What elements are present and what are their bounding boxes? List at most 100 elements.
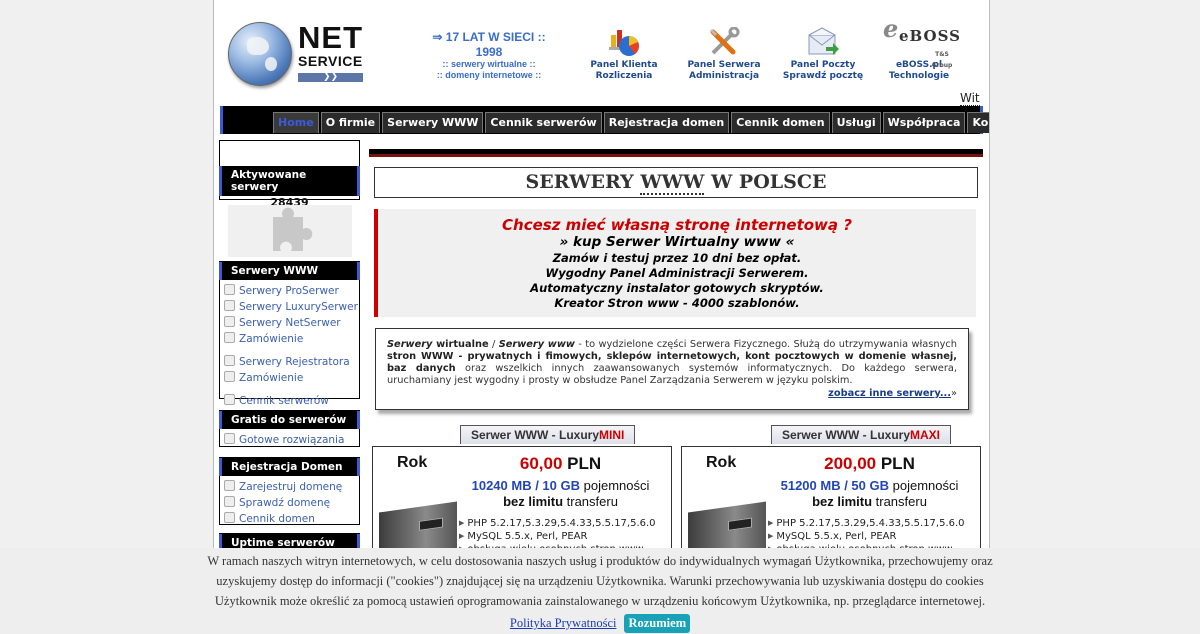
checkbox-icon[interactable] bbox=[224, 284, 235, 295]
offer-transfer-suffix: transferu bbox=[563, 494, 618, 509]
accept-cookies-button[interactable]: Rozumiem bbox=[624, 614, 691, 633]
panel-serwera-link[interactable]: Panel Serwera Administracja bbox=[674, 26, 774, 82]
promo-subheadline: » kup Serwer Wirtualny www « bbox=[559, 234, 795, 250]
tools-icon bbox=[707, 26, 741, 57]
sidebar-link[interactable]: Serwery Rejestratora bbox=[220, 354, 359, 370]
promo-box: Chcesz mieć własną stronę internetową ? … bbox=[374, 209, 976, 317]
nav-tab-usługi[interactable]: Usługi bbox=[831, 112, 881, 133]
offer-currency: PLN bbox=[562, 454, 602, 473]
nav-tab-kontakt[interactable]: Kontakt bbox=[967, 112, 989, 133]
page-title: SERWERY WWW W POLSCE bbox=[374, 167, 978, 198]
eboss-subtitle: Technologie bbox=[888, 71, 950, 81]
checkbox-icon[interactable] bbox=[224, 496, 235, 507]
nav-tab-serwery-www[interactable]: Serwery WWW bbox=[382, 112, 484, 133]
sidebar-link[interactable]: Cennik serwerów bbox=[220, 393, 359, 409]
slogan-years: ⇒ 17 LAT W SIECI :: bbox=[432, 30, 546, 44]
sidebar-link[interactable]: Cennik domen bbox=[220, 511, 359, 527]
privacy-policy-link[interactable]: Polityka Prywatności bbox=[510, 616, 617, 630]
sidebar-link[interactable]: Zamówienie bbox=[220, 331, 359, 347]
mail-icon bbox=[806, 27, 840, 57]
sidebar-section-header: Rejestracja Domen bbox=[219, 458, 360, 476]
offer-feature: MySQL 5.5.x, Perl, PEAR bbox=[768, 530, 965, 543]
page: NET SERVICE ❯❯ ⇒ 17 LAT W SIECI :: 1998 … bbox=[213, 0, 990, 634]
active-servers-header: Aktywowane serwery bbox=[219, 166, 360, 196]
more-servers-link[interactable]: zobacz inne serwery... bbox=[828, 388, 951, 399]
more-arrow: » bbox=[951, 388, 957, 399]
promo-line: Zamów i testuj przez 10 dni bez opłat. bbox=[552, 251, 802, 265]
offer-tab[interactable]: Serwer WWW - LuxuryMINI bbox=[460, 425, 636, 444]
sidebar-section-header: Serwery WWW bbox=[219, 262, 360, 280]
cookie-text: W ramach naszych witryn internetowych, w… bbox=[207, 554, 993, 568]
offer-capacity-suffix: pojemności bbox=[889, 478, 959, 493]
offer-period: Rok bbox=[397, 454, 428, 471]
sidebar-link[interactable]: Serwery ProSerwer bbox=[220, 283, 359, 299]
sidebar-section: Serwery WWW Serwery ProSerwer Serwery Luxu… bbox=[219, 261, 360, 407]
panel-klienta-link[interactable]: Panel Klienta Rozliczenia bbox=[574, 27, 674, 82]
sidebar-link-label: Serwery Rejestratora bbox=[239, 356, 350, 368]
offer-transfer-bold: bez limitu bbox=[503, 494, 564, 509]
page-title-post: W POLSCE bbox=[704, 171, 827, 193]
netservice-logo[interactable]: NET SERVICE ❯❯ bbox=[228, 22, 368, 88]
panel-klienta-title: Panel Klienta bbox=[590, 60, 658, 70]
offer-capacity-value: 51200 MB / 50 GB bbox=[780, 478, 889, 493]
slogan-servers: :: serwery wirtualne :: bbox=[442, 59, 536, 69]
sidebar-link-label: Zarejestruj domenę bbox=[239, 481, 343, 493]
eboss-logo-text: eBOSS bbox=[899, 27, 961, 45]
offer-capacity: 51200 MB / 50 GB pojemności bez limitu tr… bbox=[762, 478, 977, 510]
nav-tab-o-firmie[interactable]: O firmie bbox=[320, 112, 381, 133]
checkbox-icon[interactable] bbox=[224, 355, 235, 366]
nav-tab-rejestracja-domen[interactable]: Rejestracja domen bbox=[603, 112, 730, 133]
sidebar-link[interactable]: Serwery LuxurySerwer bbox=[220, 299, 359, 315]
nav-tab-home[interactable]: Home bbox=[273, 112, 319, 133]
sidebar-section: Gratis do serwerów Gotowe rozwiązania bbox=[219, 410, 360, 447]
page-title-pre: SERWERY bbox=[525, 171, 641, 193]
nav-tab-cennik-serwerów[interactable]: Cennik serwerów bbox=[485, 112, 602, 133]
promo-line: Automatyczny instalator gotowych skryptó… bbox=[530, 281, 824, 295]
offer-period: Rok bbox=[706, 454, 737, 471]
sidebar-link[interactable]: Gotowe rozwiązania bbox=[220, 432, 359, 448]
sidebar-link[interactable]: Serwery NetSerwer bbox=[220, 315, 359, 331]
eboss-logo-sub: T&S Group bbox=[931, 51, 953, 69]
description-text: Serwery wirtualne / Serwery www - to wyd… bbox=[387, 339, 958, 386]
nav-tab-cennik-domen[interactable]: Cennik domen bbox=[731, 112, 830, 133]
offer-feature: PHP 5.2.17,5.3.29,5.4.33,5.5.17,5.6.0 bbox=[768, 517, 964, 530]
checkbox-icon[interactable] bbox=[224, 332, 235, 343]
checkbox-icon[interactable] bbox=[224, 433, 235, 444]
nav-tab-współpraca[interactable]: Współpraca bbox=[882, 112, 966, 133]
panel-klienta-subtitle: Rozliczenia bbox=[595, 71, 653, 81]
offer-transfer-bold: bez limitu bbox=[812, 494, 873, 509]
eboss-link[interactable]: e eBOSS T&S Group eBOSS.pl Technologie bbox=[869, 17, 969, 82]
panel-poczty-link[interactable]: Panel Poczty Sprawdź pocztę bbox=[773, 27, 873, 82]
offer-transfer-suffix: transferu bbox=[872, 494, 927, 509]
globe-icon bbox=[228, 22, 292, 86]
checkbox-icon[interactable] bbox=[224, 394, 235, 405]
slogan: ⇒ 17 LAT W SIECI :: 1998 :: serwery wirt… bbox=[414, 30, 564, 81]
checkbox-icon[interactable] bbox=[224, 316, 235, 327]
sidebar-link-label: Serwery ProSerwer bbox=[239, 285, 339, 297]
offer-tab-variant: MINI bbox=[599, 428, 625, 442]
sidebar-link[interactable]: Zamówienie bbox=[220, 370, 359, 386]
sidebar-link-label: Cennik domen bbox=[239, 513, 315, 525]
sidebar-link[interactable]: Zarejestruj domenę bbox=[220, 479, 359, 495]
sidebar-link[interactable]: Sprawdź domenę bbox=[220, 495, 359, 511]
checkbox-icon[interactable] bbox=[224, 300, 235, 311]
offer-tab[interactable]: Serwer WWW - LuxuryMAXI bbox=[771, 425, 952, 444]
offer-card: Rok 200,00 PLN 51200 MB / 50 GB pojemności… bbox=[681, 446, 981, 573]
header-divider bbox=[369, 149, 983, 157]
offer-tab-prefix: Serwer WWW - Luxury bbox=[471, 428, 600, 442]
offer-feature: PHP 5.2.17,5.3.29,5.4.33,5.5.17,5.6.0 bbox=[459, 517, 655, 530]
description-box: Serwery wirtualne / Serwery www - to wyd… bbox=[375, 328, 969, 410]
checkbox-icon[interactable] bbox=[224, 512, 235, 523]
checkbox-icon[interactable] bbox=[224, 480, 235, 491]
panel-serwera-title: Panel Serwera bbox=[687, 60, 761, 70]
logo-service-text: SERVICE bbox=[298, 53, 363, 69]
offer-card: Rok 60,00 PLN 10240 MB / 10 GB pojemności b… bbox=[372, 446, 672, 573]
panel-serwera-subtitle: Administracja bbox=[688, 71, 760, 81]
plugin-placeholder bbox=[228, 205, 352, 257]
logo-arrows-icon: ❯❯ bbox=[298, 73, 363, 82]
sidebar-link-label: Zamówienie bbox=[239, 333, 304, 345]
offer-price: 200,00 PLN bbox=[762, 454, 977, 474]
checkbox-icon[interactable] bbox=[224, 371, 235, 382]
sidebar-link-label: Sprawdź domenę bbox=[239, 497, 331, 509]
sidebar-link-label: Serwery NetSerwer bbox=[239, 317, 341, 329]
